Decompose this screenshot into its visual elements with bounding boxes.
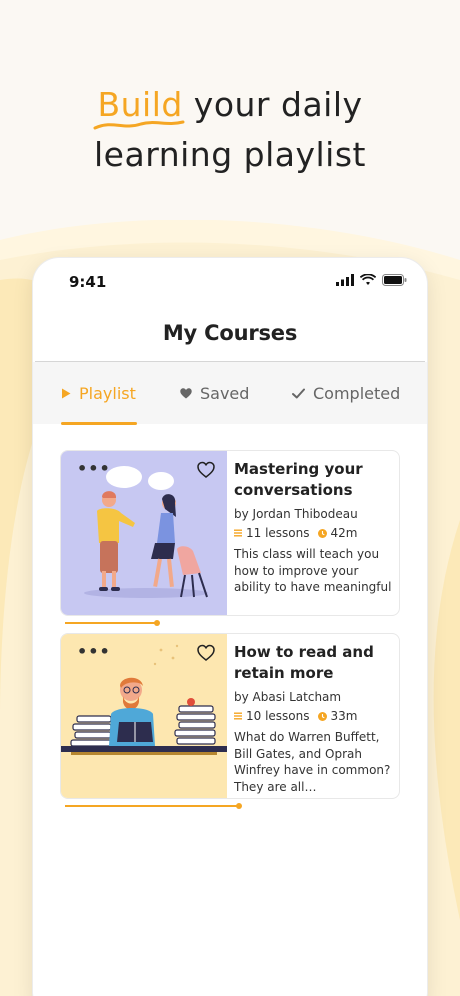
lessons-list-icon [234,712,242,720]
heart-icon [180,387,192,398]
checkmark-icon [292,388,305,398]
more-options-icon[interactable]: ••• [77,459,111,478]
play-icon [62,388,71,398]
course-duration: 42m [330,526,358,540]
course-title: How to read and retain more [234,643,374,682]
tab-label: Completed [313,383,401,403]
course-duration: 33m [330,709,358,723]
status-time: 9:41 [69,273,107,291]
wifi-icon [360,274,376,285]
heart-outline-icon[interactable] [197,461,215,479]
more-options-icon[interactable]: ••• [77,642,111,661]
progress-knob [154,620,160,626]
clock-icon [317,528,327,538]
course-info: Mastering your conversations by Jordan T… [234,459,394,596]
course-author: by Jordan Thibodeau [234,507,358,521]
course-card[interactable]: ••• Mastering your conversations by Jord… [60,450,400,616]
phone-frame: 9:41 My Courses Playlist Saved Completed [33,258,427,996]
cellular-signal-icon [336,274,354,286]
course-meta: 11 lessons 42m [234,526,394,540]
course-title: Mastering your conversations [234,460,363,499]
headline-accent-word: Build [93,85,185,130]
course-author: by Abasi Latcham [234,690,342,704]
navigation-bar: My Courses [35,304,425,362]
course-card[interactable]: ••• How to read and retain more by Abasi… [60,633,400,799]
progress-knob [236,803,242,809]
course-progress-bar [65,803,242,809]
active-tab-indicator [61,422,137,425]
clock-icon [317,711,327,721]
status-bar: 9:41 [33,258,427,304]
lessons-list-icon [234,529,242,537]
headline: Build your daily learning playlist [93,85,366,174]
lesson-count: 11 lessons [246,526,310,540]
tab-bar: Playlist Saved Completed [33,362,427,425]
course-description: This class will teach you how to improve… [234,547,392,594]
tab-playlist[interactable]: Playlist [61,362,136,424]
lesson-count: 10 lessons [246,709,310,723]
tab-completed[interactable]: Completed [292,362,400,424]
course-description: What do Warren Buffett, Bill Gates, and … [234,730,391,794]
heart-outline-icon[interactable] [197,644,215,662]
battery-icon [382,274,407,286]
tab-saved[interactable]: Saved [180,362,249,424]
course-info: How to read and retain more by Abasi Lat… [234,642,394,795]
tab-label: Saved [200,383,250,403]
squiggle-underline-icon [93,120,185,130]
course-progress-bar [65,620,160,626]
page-title: My Courses [162,321,298,345]
course-meta: 10 lessons 33m [234,709,394,723]
tab-label: Playlist [79,383,136,403]
